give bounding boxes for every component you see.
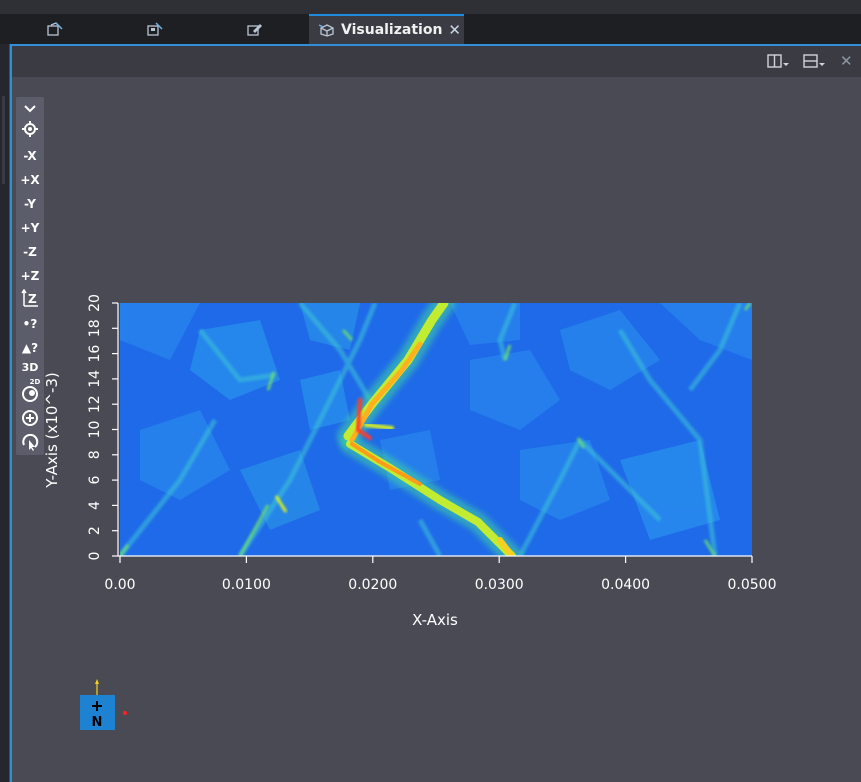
y-tick-label: 14 (87, 370, 103, 388)
y-tick-label: 16 (87, 345, 103, 363)
x-tick-label: 0.0100 (222, 577, 271, 593)
y-tick-label: 2 (87, 526, 103, 535)
orientation-widget: N (80, 679, 127, 730)
x-tick-label: 0.0500 (728, 577, 777, 593)
y-axis-title: Y-Axis (x10^-3) (43, 372, 61, 489)
y-axis (112, 302, 119, 557)
x-axis-title: X-Axis (412, 611, 458, 629)
plot-canvas[interactable]: 0 2 4 6 8 10 12 14 16 18 20 0.00 0.0100 0.0200 0.0300… (0, 0, 861, 782)
y-tick-label: 6 (87, 476, 103, 485)
x-axis (118, 555, 753, 563)
y-tick-label: 10 (87, 421, 103, 439)
y-tick-label: 12 (87, 395, 103, 413)
y-tick-label: 0 (87, 552, 103, 561)
y-tick-label: 18 (87, 319, 103, 337)
y-tick-labels: 0 2 4 6 8 10 12 14 16 18 20 (87, 294, 103, 560)
x-tick-label: 0.00 (104, 577, 135, 593)
north-label: N (92, 715, 103, 730)
y-tick-label: 8 (87, 450, 103, 459)
x-direction-marker (123, 711, 127, 715)
x-tick-labels: 0.00 0.0100 0.0200 0.0300 0.0400 0.0500 (104, 577, 776, 593)
x-tick-label: 0.0400 (601, 577, 650, 593)
x-tick-label: 0.0200 (348, 577, 397, 593)
x-tick-label: 0.0300 (475, 577, 524, 593)
y-tick-label: 20 (87, 294, 103, 312)
y-tick-label: 4 (87, 501, 103, 510)
heatmap-field (120, 303, 752, 556)
